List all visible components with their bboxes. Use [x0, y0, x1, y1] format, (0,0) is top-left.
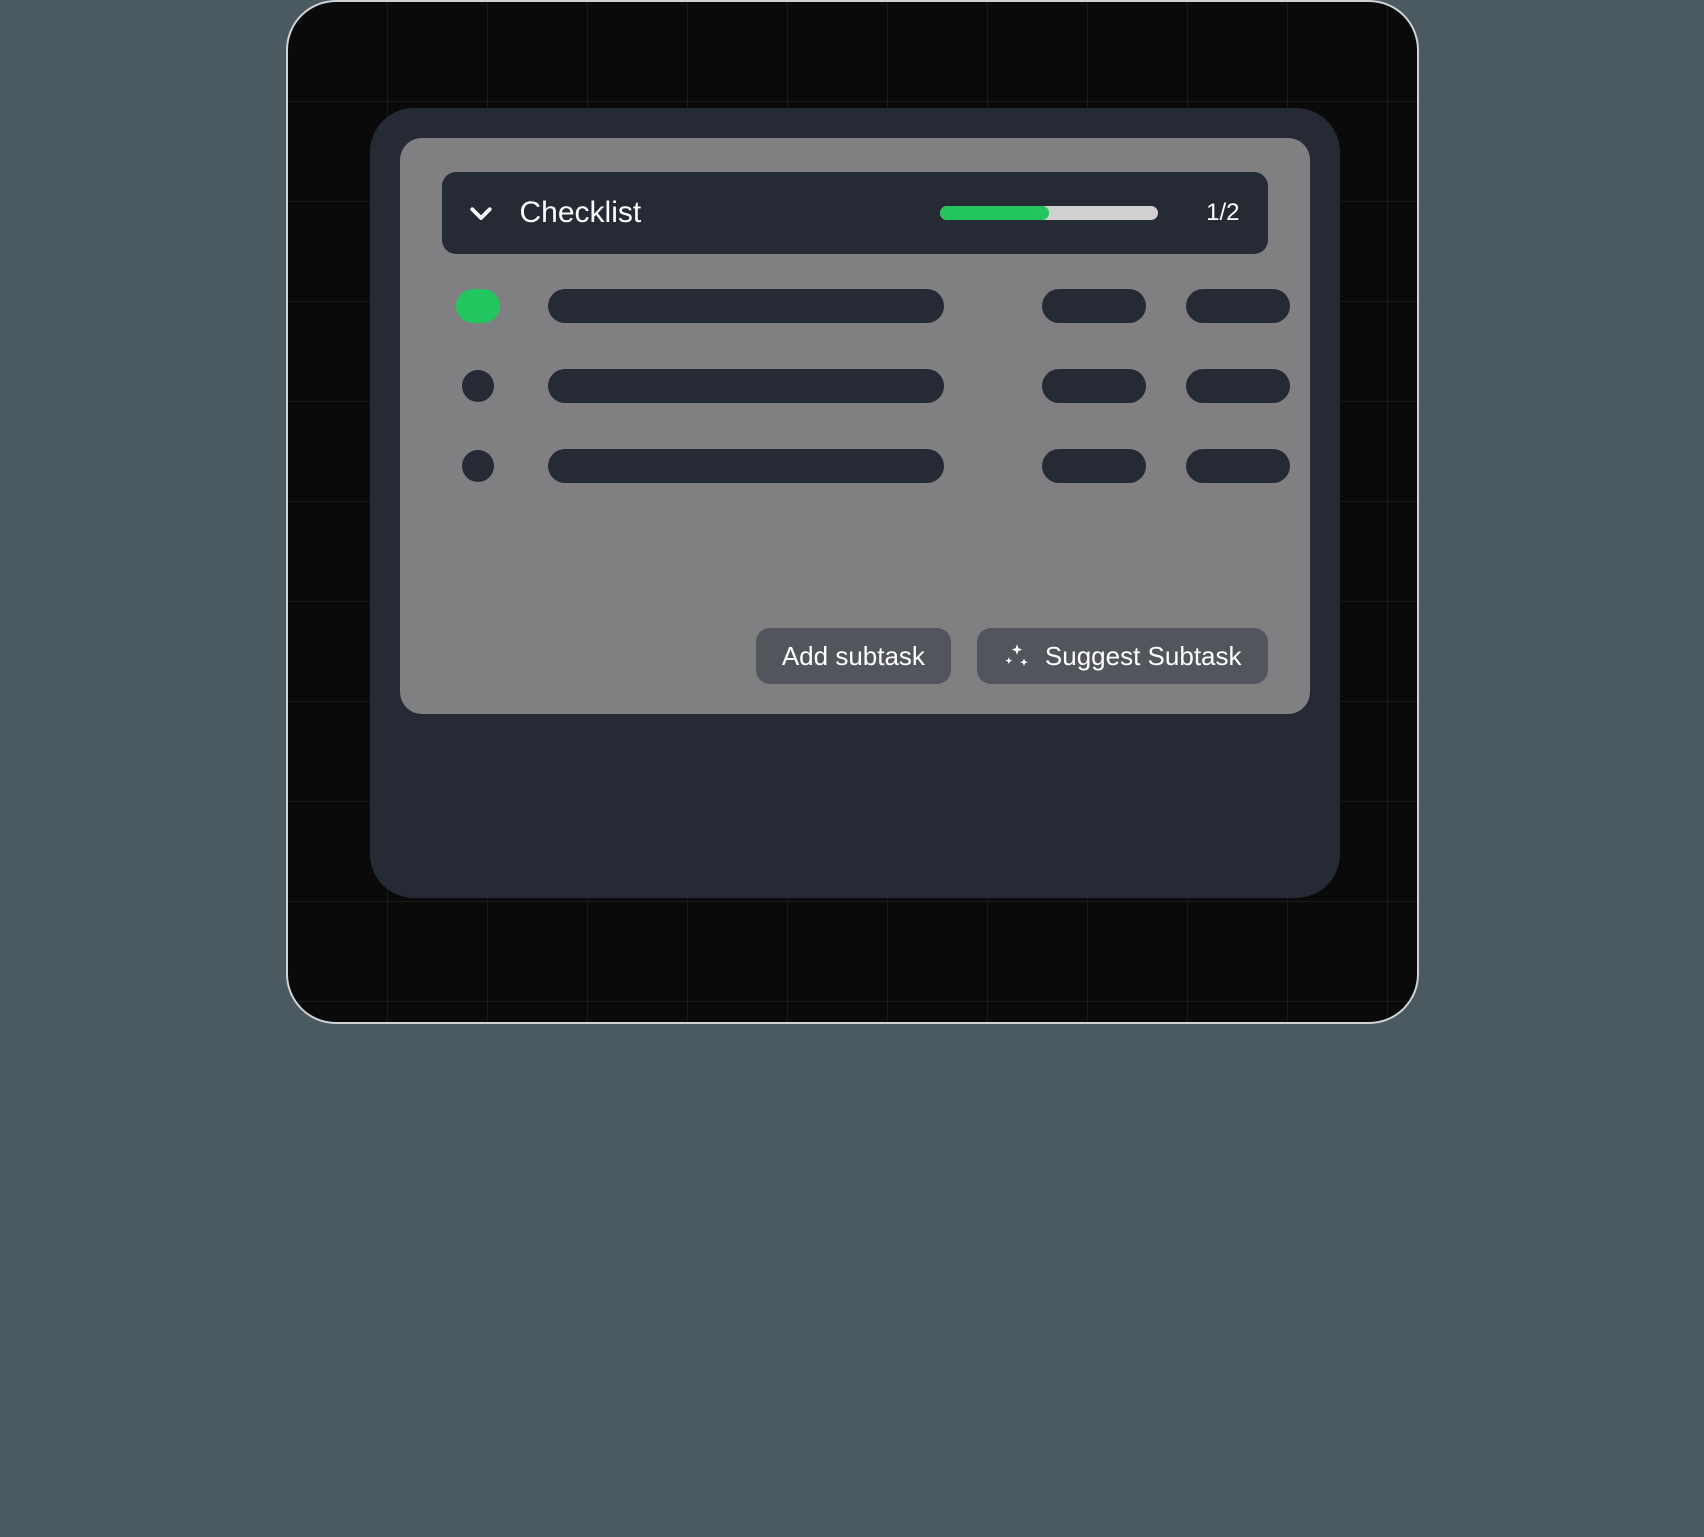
checklist-items — [442, 288, 1268, 484]
progress-count: 1/2 — [1206, 199, 1239, 227]
checklist-actions: Add subtask Suggest Subtask — [756, 628, 1268, 684]
progress-fill — [940, 206, 1049, 220]
checklist-card: Checklist 1/2 Add subtask — [370, 108, 1340, 898]
checklist-row[interactable] — [448, 288, 1262, 324]
status-todo-icon[interactable] — [448, 448, 508, 484]
status-done-icon[interactable] — [448, 288, 508, 324]
item-meta-placeholder — [1042, 369, 1146, 403]
add-subtask-button[interactable]: Add subtask — [756, 628, 951, 684]
item-meta-placeholder — [1186, 449, 1290, 483]
item-meta-placeholder — [1042, 289, 1146, 323]
item-meta-placeholder — [1186, 369, 1290, 403]
item-title-placeholder — [548, 449, 944, 483]
suggest-subtask-button[interactable]: Suggest Subtask — [977, 628, 1268, 684]
status-todo-icon[interactable] — [448, 368, 508, 404]
item-title-placeholder — [548, 289, 944, 323]
item-title-placeholder — [548, 369, 944, 403]
checklist-row[interactable] — [448, 448, 1262, 484]
item-meta-placeholder — [1042, 449, 1146, 483]
suggest-subtask-label: Suggest Subtask — [1045, 641, 1242, 672]
checklist-title: Checklist — [520, 196, 642, 230]
checklist-row[interactable] — [448, 368, 1262, 404]
item-meta-placeholder — [1186, 289, 1290, 323]
stage-background: Checklist 1/2 Add subtask — [286, 0, 1419, 1024]
add-subtask-label: Add subtask — [782, 641, 925, 672]
sparkle-icon — [1003, 642, 1031, 670]
progress-bar — [940, 206, 1158, 220]
checklist-panel: Checklist 1/2 Add subtask — [400, 138, 1310, 714]
checklist-header[interactable]: Checklist 1/2 — [442, 172, 1268, 254]
chevron-down-icon[interactable] — [464, 196, 498, 230]
